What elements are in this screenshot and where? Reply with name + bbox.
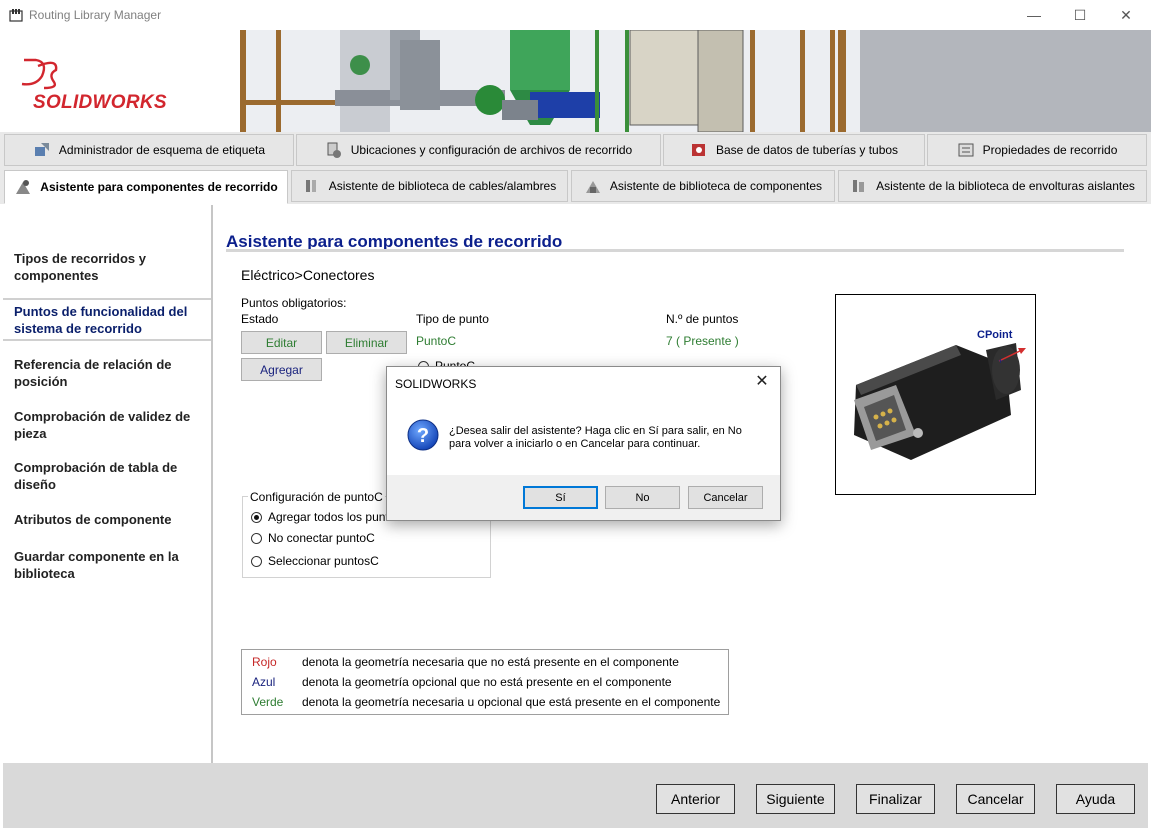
delete-button[interactable]: Eliminar [326, 331, 407, 354]
sidebar-item-route-types[interactable]: Tipos de recorridos y componentes [14, 250, 204, 284]
sidebar-item-design-table[interactable]: Comprobación de tabla de diseño [14, 459, 204, 493]
close-window-button[interactable]: ✕ [1103, 0, 1149, 30]
dialog-message: ¿Desea salir del asistente? Haga clic en… [449, 425, 742, 450]
tab-pipe-tube-database[interactable]: Base de datos de tuberías y tubos [663, 134, 925, 166]
radio-button[interactable] [251, 555, 262, 567]
radio-select-cpoints[interactable]: Seleccionar puntosC [251, 554, 379, 568]
tab-cable-library-wizard[interactable]: Asistente de biblioteca de cables/alambr… [291, 170, 568, 202]
connector-preview-image: + CPoint [835, 294, 1036, 495]
brand-logo: SOLIDWORKS [33, 92, 167, 113]
cancel-button[interactable]: Cancelar [956, 784, 1035, 814]
tab-component-library-wizard[interactable]: Asistente de biblioteca de componentes [571, 170, 835, 202]
title-underline [226, 249, 1124, 252]
color-legend: Rojo denota la geometría necesaria que no… [241, 649, 729, 715]
tab-routing-properties[interactable]: Propiedades de recorrido [927, 134, 1147, 166]
question-icon: ? [407, 419, 439, 451]
point-count-value: 7 ( Presente ) [666, 334, 739, 348]
covering-library-icon [853, 180, 865, 192]
sidebar-item-routing-points[interactable]: Puntos de funcionalidad del sistema de r… [14, 303, 204, 337]
close-icon: ✕ [1120, 7, 1132, 23]
tab-row-1: Administrador de esquema de etiqueta Ubi… [0, 132, 1151, 168]
wizard-steps-sidebar: Tipos de recorridos y componentes Puntos… [3, 205, 213, 763]
cable-library-icon [305, 180, 316, 192]
breadcrumb: Eléctrico>Conectores [241, 267, 375, 283]
next-button[interactable]: Siguiente [756, 784, 835, 814]
cpoint-config-label: Configuración de puntoC [248, 490, 385, 504]
point-type-column-header: Tipo de punto [416, 312, 489, 326]
sidebar-divider [3, 298, 211, 300]
tab-file-locations[interactable]: Ubicaciones y configuración de archivos … [296, 134, 661, 166]
legend-row-red: Rojo denota la geometría necesaria que no… [252, 655, 679, 669]
wizard-icon [16, 180, 31, 194]
window-title: Routing Library Manager [29, 8, 162, 22]
status-column-header: Estado [241, 312, 279, 326]
radio-button[interactable] [251, 532, 262, 544]
sidebar-item-mate-reference[interactable]: Referencia de relación de posición [14, 356, 204, 390]
cpoint-annotation: CPoint [977, 329, 1013, 341]
logo-area: SOLIDWORKS [0, 30, 240, 132]
maximize-icon: ☐ [1073, 7, 1087, 23]
dialog-title: SOLIDWORKS [395, 377, 477, 391]
dialog-close-icon[interactable]: ✕ [752, 371, 772, 391]
svg-text:?: ? [417, 425, 429, 447]
sidebar-item-save-component[interactable]: Guardar componente en la biblioteca [14, 548, 204, 582]
back-button[interactable]: Anterior [656, 784, 735, 814]
exit-confirmation-dialog: SOLIDWORKS ✕ ? ¿Desea salir del asistent… [386, 366, 781, 521]
database-icon [691, 144, 705, 156]
add-button[interactable]: Agregar [241, 358, 322, 381]
edit-button[interactable]: Editar [241, 331, 322, 354]
minimize-icon: — [1027, 7, 1041, 23]
dialog-cancel-button[interactable]: Cancelar [688, 486, 763, 509]
sidebar-item-component-attributes[interactable]: Atributos de componente [14, 511, 204, 528]
tag-schema-icon [34, 143, 49, 156]
dialog-yes-button[interactable]: Sí [523, 486, 598, 509]
legend-row-blue: Azul denota la geometría opcional que no … [252, 675, 672, 689]
svg-text:+: + [998, 356, 1003, 366]
tab-label-schema-manager[interactable]: Administrador de esquema de etiqueta [4, 134, 294, 166]
tab-covering-library-wizard[interactable]: Asistente de la biblioteca de envolturas… [838, 170, 1147, 202]
title-bar: Routing Library Manager — ☐ ✕ [0, 0, 1151, 30]
sidebar-item-part-validity[interactable]: Comprobación de validez de pieza [14, 408, 204, 442]
finish-button[interactable]: Finalizar [856, 784, 935, 814]
radio-no-connect-cpoint[interactable]: No conectar puntoC [251, 531, 375, 545]
ds-logo-icon [21, 58, 58, 90]
legend-row-green: Verde denota la geometría necesaria u opc… [252, 695, 721, 709]
point-count-column-header: N.º de puntos [666, 312, 739, 326]
file-locations-icon [327, 142, 341, 158]
maximize-button[interactable]: ☐ [1057, 0, 1103, 30]
connector-illustration: + [854, 343, 1026, 460]
tab-row-2: Asistente para componentes de recorrido … [0, 168, 1151, 204]
tab-routing-component-wizard[interactable]: Asistente para componentes de recorrido [4, 170, 288, 204]
banner-illustration [240, 30, 1151, 132]
component-library-icon [585, 181, 600, 193]
point-type-value: PuntoC [416, 334, 457, 348]
radio-button[interactable] [251, 511, 262, 523]
dialog-no-button[interactable]: No [605, 486, 680, 509]
app-icon [9, 9, 23, 22]
sidebar-divider [3, 339, 211, 341]
properties-icon [958, 143, 974, 157]
minimize-button[interactable]: — [1011, 0, 1057, 30]
help-button[interactable]: Ayuda [1056, 784, 1135, 814]
required-points-label: Puntos obligatorios: [241, 296, 347, 310]
